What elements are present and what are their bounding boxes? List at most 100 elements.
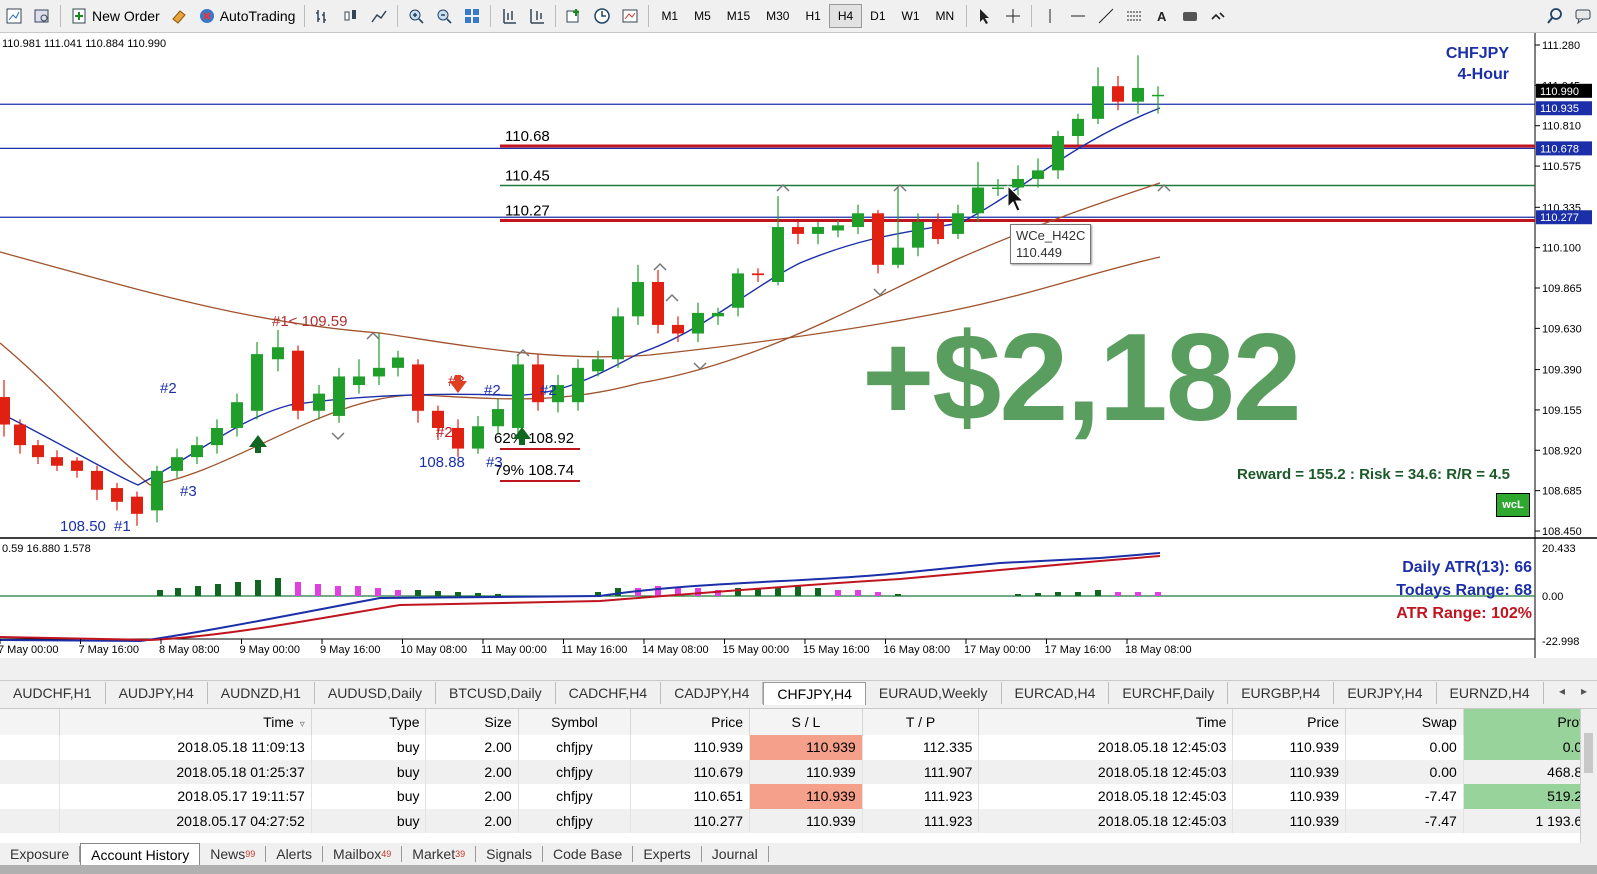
timeframe-h1-button[interactable]: H1 — [797, 5, 828, 27]
table-row[interactable]: 2018.05.17 04:27:52 buy 2.00 chfjpy 110.277 1… — [0, 808, 1597, 833]
histogram-bar — [695, 588, 701, 596]
column-header[interactable]: Type — [311, 709, 427, 735]
indicator-readout: 0.59 16.880 1.578 — [2, 543, 91, 555]
indicators-button[interactable] — [560, 3, 588, 29]
horizontal-line-tool[interactable] — [1064, 3, 1092, 29]
line-chart-button[interactable] — [365, 3, 393, 29]
table-scrollbar[interactable] — [1580, 709, 1597, 843]
chart-tab[interactable]: EURJPY,H4 — [1334, 682, 1437, 704]
tab-scroll-left-icon[interactable]: ◂ — [1559, 684, 1565, 698]
price-tick-label: 109.390 — [1542, 365, 1582, 377]
price-tick-label: 109.155 — [1542, 405, 1582, 417]
timeframe-m5-button[interactable]: M5 — [686, 5, 719, 27]
trendline-tool[interactable] — [1092, 3, 1120, 29]
chart-tab[interactable]: AUDCHF,H1 — [0, 682, 106, 704]
terminal-tab[interactable]: Signals — [476, 846, 544, 862]
chat-button[interactable] — [1569, 3, 1597, 29]
column-header[interactable]: Swap — [1345, 709, 1464, 735]
timeframe-h4-button[interactable]: H4 — [828, 4, 863, 28]
tile-windows-button[interactable] — [458, 3, 486, 29]
zoom-in-button[interactable] — [402, 3, 430, 29]
price-chart-window[interactable]: 110.68 110.45 110.27 62% 108.92 79% 108.74 2… — [0, 33, 1597, 658]
chart-tab[interactable]: EURNZD,H4 — [1437, 682, 1544, 704]
terminal-tab[interactable]: Mailbox 49 — [323, 846, 403, 862]
label-tool[interactable] — [1176, 3, 1204, 29]
histogram-bar — [835, 590, 841, 596]
column-header[interactable]: S / L — [749, 709, 863, 735]
terminal-tab[interactable]: Exposure — [0, 846, 81, 862]
chart-tab[interactable]: BTCUSD,Daily — [436, 682, 556, 704]
terminal-tab[interactable]: Journal — [702, 846, 769, 862]
table-row[interactable]: 2018.05.18 01:25:37 buy 2.00 chfjpy 110.679 1… — [0, 759, 1597, 784]
chart-tab[interactable]: AUDNZD,H1 — [208, 682, 315, 704]
timeframe-m30-button[interactable]: M30 — [758, 5, 797, 27]
column-header[interactable]: T / P — [862, 709, 980, 735]
zoom-out-button[interactable] — [430, 3, 458, 29]
chart-tab[interactable]: EURCHF,Daily — [1109, 682, 1229, 704]
chart-tab[interactable]: AUDUSD,Daily — [315, 682, 437, 704]
text-tool[interactable]: A — [1148, 3, 1176, 29]
column-header[interactable]: Price — [1232, 709, 1347, 735]
metaeditor-button[interactable] — [165, 3, 193, 29]
terminal-tab[interactable]: Account History — [80, 842, 201, 866]
column-header[interactable]: Size — [425, 709, 519, 735]
svg-text:A: A — [1157, 9, 1167, 24]
chart-tab[interactable]: CADJPY,H4 — [661, 682, 764, 704]
chart-tab[interactable]: AUDJPY,H4 — [106, 682, 208, 704]
time-tick-label: 11 May 00:00 — [481, 644, 547, 656]
autotrading-button[interactable]: AutoTrading — [193, 3, 301, 29]
table-cell: 110.939 — [749, 735, 863, 760]
bearish-candle — [412, 364, 424, 411]
bar-chart-button[interactable] — [309, 3, 337, 29]
level-label: 110.68 — [505, 128, 550, 145]
timeframe-mn-button[interactable]: MN — [928, 5, 963, 27]
terminal-tab[interactable]: Alerts — [266, 846, 324, 862]
timeframe-m15-button[interactable]: M15 — [719, 5, 758, 27]
new-order-button[interactable]: New Order — [65, 3, 165, 29]
candle-chart-button[interactable] — [337, 3, 365, 29]
chart-shift-button[interactable] — [495, 3, 523, 29]
price-tick-label: 110.575 — [1542, 161, 1581, 173]
scrollbar-thumb[interactable] — [1584, 733, 1593, 773]
tab-scroll-right-icon[interactable]: ▸ — [1581, 684, 1587, 698]
autoscroll-button[interactable] — [523, 3, 551, 29]
price-chart[interactable]: 110.68 110.45 110.27 62% 108.92 79% 108.74 2… — [0, 33, 1597, 658]
vertical-line-tool[interactable] — [1036, 3, 1064, 29]
chart-tab[interactable]: EURAUD,Weekly — [866, 682, 1002, 704]
column-header[interactable]: Profit — [1463, 709, 1597, 735]
histogram-bar — [275, 578, 281, 596]
buy-arrow-icon — [249, 435, 267, 453]
bullish-candle — [1052, 136, 1064, 171]
price-tag-label: 110.935 — [1540, 103, 1579, 115]
timeframe-m1-button[interactable]: M1 — [653, 5, 686, 27]
arrows-tool[interactable] — [1204, 3, 1232, 29]
terminal-tab-label: Journal — [711, 846, 758, 862]
periods-button[interactable] — [588, 3, 616, 29]
table-row[interactable]: 2018.05.18 11:09:13 buy 2.00 chfjpy 110.939 1… — [0, 735, 1597, 760]
search-button[interactable] — [1541, 3, 1569, 29]
chart-tab[interactable]: CHFJPY,H4 — [763, 681, 866, 705]
crosshair-tool[interactable] — [999, 3, 1027, 29]
profiles-button[interactable] — [28, 3, 56, 29]
column-header[interactable]: Price — [630, 709, 751, 735]
cursor-tool[interactable] — [971, 3, 999, 29]
terminal-tab[interactable]: Code Base — [543, 846, 634, 862]
channel-tool[interactable] — [1120, 3, 1148, 29]
column-header[interactable]: Symbol — [518, 709, 632, 735]
table-row[interactable]: 2018.05.17 19:11:57 buy 2.00 chfjpy 110.651 1… — [0, 784, 1597, 809]
terminal-tab[interactable]: Market 39 — [402, 846, 477, 862]
column-header[interactable]: Time — [978, 709, 1234, 735]
timeframe-w1-button[interactable]: W1 — [894, 5, 928, 27]
column-header[interactable]: Time ▿ — [59, 709, 312, 735]
terminal-tab[interactable]: Experts — [633, 846, 702, 862]
chart-tab[interactable]: CADCHF,H4 — [556, 682, 662, 704]
timeframe-d1-button[interactable]: D1 — [862, 5, 893, 27]
time-tick-label: 18 May 08:00 — [1125, 644, 1192, 656]
terminal-tab[interactable]: News 99 — [200, 846, 267, 862]
new-chart-button[interactable] — [0, 3, 28, 29]
templates-button[interactable] — [616, 3, 644, 29]
chart-tab[interactable]: EURGBP,H4 — [1228, 682, 1335, 704]
chart-tab[interactable]: EURCAD,H4 — [1002, 682, 1110, 704]
column-header[interactable] — [0, 709, 60, 735]
bullish-candle — [392, 357, 404, 368]
